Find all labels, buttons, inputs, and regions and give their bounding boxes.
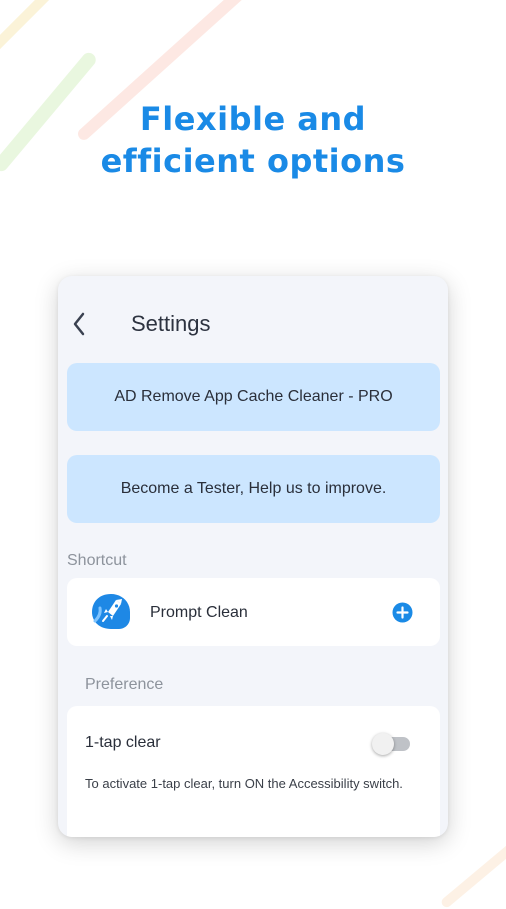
decor-stripe-peach bbox=[439, 830, 506, 909]
pro-upgrade-label: AD Remove App Cache Cleaner - PRO bbox=[114, 388, 393, 405]
settings-screen: Settings AD Remove App Cache Cleaner - P… bbox=[58, 276, 448, 837]
become-tester-label: Become a Tester, Help us to improve. bbox=[120, 480, 387, 497]
become-tester-button[interactable]: Become a Tester, Help us to improve. bbox=[67, 455, 440, 523]
shortcut-prompt-clean-row[interactable]: Prompt Clean bbox=[67, 578, 440, 646]
chevron-left-icon bbox=[73, 312, 85, 336]
rocket-icon bbox=[92, 594, 130, 629]
page-title: Settings bbox=[131, 311, 211, 336]
toggle-knob bbox=[372, 733, 394, 755]
headline-line-2: efficient options bbox=[100, 142, 406, 180]
top-bar: Settings bbox=[58, 276, 448, 362]
section-label-preference: Preference bbox=[85, 676, 164, 693]
one-tap-clear-toggle[interactable] bbox=[372, 732, 410, 755]
decor-stripe-yellow bbox=[0, 0, 61, 53]
headline-line-1: Flexible and bbox=[139, 100, 367, 138]
back-button[interactable] bbox=[70, 310, 90, 338]
shortcut-item-label: Prompt Clean bbox=[150, 604, 248, 621]
section-label-shortcut: Shortcut bbox=[67, 552, 127, 569]
one-tap-clear-description: To activate 1-tap clear, turn ON the Acc… bbox=[85, 776, 403, 791]
plus-circle-icon[interactable] bbox=[392, 602, 413, 623]
one-tap-clear-label: 1-tap clear bbox=[85, 734, 161, 751]
headline: Flexible and efficient options bbox=[0, 98, 506, 182]
one-tap-clear-setting: 1-tap clear To activate 1-tap clear, tur… bbox=[67, 706, 440, 837]
pro-upgrade-button[interactable]: AD Remove App Cache Cleaner - PRO bbox=[67, 363, 440, 431]
